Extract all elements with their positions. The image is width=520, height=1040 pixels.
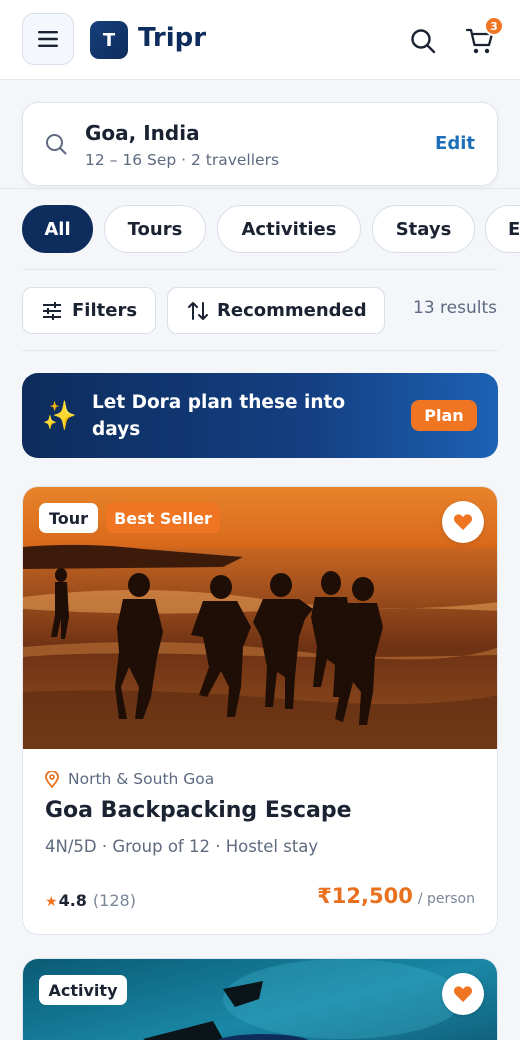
type-badge: Activity (39, 975, 127, 1005)
star-icon: ★ (45, 894, 58, 910)
chip-tours[interactable]: Tours (104, 205, 206, 253)
chip-stays[interactable]: Stays (372, 205, 475, 253)
sort-label: Recommended (217, 300, 367, 321)
brand-name[interactable]: Tripr (138, 20, 206, 56)
edit-search-button[interactable]: Edit (435, 133, 475, 154)
listing-price: ₹12,500 / person (317, 884, 475, 908)
divider (0, 188, 520, 189)
chip-all[interactable]: All (22, 205, 93, 253)
listing-location: North & South Goa (45, 770, 214, 788)
listing-meta: 4N/5D · Group of 12 · Hostel stay (45, 837, 319, 856)
divider (22, 350, 498, 351)
sparkle-icon: ✨ (42, 399, 77, 432)
results-count: 13 results (413, 298, 497, 318)
sort-button[interactable]: Recommended (167, 287, 385, 334)
search-summary-card[interactable]: Goa, India 12 – 16 Sep · 2 travellers Ed… (22, 102, 498, 186)
listing-card[interactable]: Tour Best Seller North & South Goa Goa B… (22, 486, 498, 935)
heart-icon (453, 514, 473, 530)
best-seller-badge: Best Seller (106, 503, 220, 533)
cart-count-badge: 3 (484, 16, 504, 36)
logo[interactable]: T (90, 21, 128, 59)
type-badge: Tour (39, 503, 98, 533)
search-button[interactable] (406, 24, 440, 58)
location-pin-icon (45, 770, 59, 788)
rating-value: 4.8 (58, 891, 87, 910)
chip-activities[interactable]: Activities (217, 205, 361, 253)
search-icon (411, 29, 436, 54)
promo-text: Let Dora plan these into days (92, 392, 346, 440)
listing-rating: ★ 4.8 (128) (45, 891, 136, 910)
sliders-icon (43, 301, 61, 320)
menu-button[interactable] (22, 13, 74, 65)
favorite-button[interactable] (442, 973, 484, 1015)
price-unit: / person (417, 891, 475, 907)
destination-text: Goa, India (85, 121, 200, 145)
listing-card[interactable]: Activity (22, 958, 498, 1040)
app-header: T Tripr 3 (0, 0, 520, 80)
sort-icon (188, 301, 208, 320)
chip-more[interactable]: E (485, 205, 520, 253)
favorite-button[interactable] (442, 501, 484, 543)
category-chips: All Tours Activities Stays E (22, 205, 520, 253)
divider (22, 269, 498, 270)
heart-icon (453, 986, 473, 1002)
location-text: North & South Goa (68, 770, 215, 788)
search-icon (46, 134, 67, 155)
listing-title[interactable]: Goa Backpacking Escape (45, 798, 352, 823)
price-amount: ₹12,500 (317, 884, 413, 908)
review-count: (128) (92, 891, 136, 910)
plan-button[interactable]: Plan (411, 400, 477, 431)
filters-label: Filters (72, 300, 138, 321)
menu-icon (38, 31, 58, 47)
ai-planner-banner[interactable]: ✨ Let Dora plan these into days Plan (22, 373, 498, 458)
trip-details-text: 12 – 16 Sep · 2 travellers (85, 151, 280, 169)
filters-button[interactable]: Filters (22, 287, 156, 334)
